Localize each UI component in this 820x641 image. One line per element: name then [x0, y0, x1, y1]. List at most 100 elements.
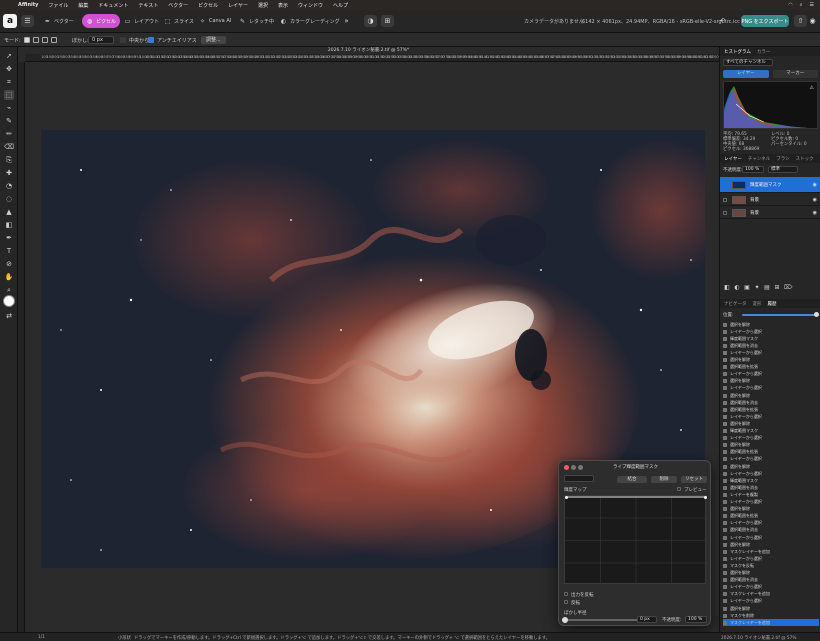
- blur-radius-field[interactable]: 0 px: [637, 616, 657, 623]
- eraser-tool-icon[interactable]: ⌫: [4, 142, 14, 152]
- selection-brush-icon[interactable]: ⌁: [4, 103, 14, 113]
- history-item[interactable]: 輝度範囲マスク: [723, 477, 819, 484]
- history-item[interactable]: マスクレイヤーを追加: [723, 591, 819, 598]
- merge-button[interactable]: 結合: [617, 476, 647, 483]
- channel-select[interactable]: すべてのチャンネル: [723, 59, 773, 66]
- blur-radius-slider[interactable]: [562, 617, 642, 623]
- history-item[interactable]: マスクを削除: [723, 612, 819, 619]
- healing-tool-icon[interactable]: ✚: [4, 168, 14, 178]
- history-item[interactable]: レイヤーから選択: [723, 555, 819, 562]
- history-item[interactable]: 選択範囲を消去: [723, 527, 819, 534]
- history-slider[interactable]: [742, 312, 819, 317]
- reset-button[interactable]: リセット: [681, 476, 707, 483]
- history-item[interactable]: レイヤーから選択: [723, 499, 819, 506]
- tab-color[interactable]: カラー: [757, 49, 771, 55]
- opacity-field[interactable]: 100 %: [742, 166, 764, 173]
- invert-output-checkbox[interactable]: [564, 592, 568, 596]
- history-item[interactable]: 選択範囲を拡張: [723, 364, 819, 371]
- layer-row-0[interactable]: 輝度範囲マスク ◉: [720, 177, 820, 193]
- marquee-tool-icon[interactable]: ⬚: [4, 90, 14, 100]
- menu-view[interactable]: 表示: [278, 2, 288, 9]
- antialias-checkbox[interactable]: [148, 37, 154, 43]
- history-slider-knob[interactable]: [814, 312, 819, 317]
- invert-checkbox[interactable]: [564, 600, 568, 604]
- persona-layout[interactable]: ▭ レイアウト: [120, 14, 163, 28]
- menu-select[interactable]: 選択: [258, 2, 268, 9]
- menu-document[interactable]: ドキュメント: [98, 2, 128, 9]
- control-center-icon[interactable]: ☰: [810, 2, 814, 8]
- mode-new-icon[interactable]: [24, 37, 30, 43]
- history-item[interactable]: 選択範囲を消去: [723, 399, 819, 406]
- history-item[interactable]: レイヤーから選択: [723, 520, 819, 527]
- visibility-icon[interactable]: ◉: [813, 210, 817, 216]
- history-item[interactable]: マスクを反転: [723, 562, 819, 569]
- paint-brush-icon[interactable]: ✎: [4, 116, 14, 126]
- history-item[interactable]: 選択を解除: [723, 570, 819, 577]
- persona-retouch[interactable]: ✎ レタッチ中: [235, 14, 278, 28]
- blur-field[interactable]: 0 px: [88, 36, 114, 44]
- history-item[interactable]: 輝度範囲マスク: [723, 428, 819, 435]
- history-item[interactable]: 選択を解除: [723, 378, 819, 385]
- history-item[interactable]: 選択を解除: [723, 506, 819, 513]
- gradient-tool-icon[interactable]: ◧: [4, 220, 14, 230]
- snap-icon[interactable]: ⊞: [381, 15, 394, 27]
- dialog-opacity-field[interactable]: 100 %: [685, 616, 707, 623]
- menu-window[interactable]: ウィンドウ: [298, 2, 323, 9]
- menu-app[interactable]: Affinity: [18, 2, 38, 8]
- add-layer-icon[interactable]: ⊞: [774, 284, 780, 291]
- tab-navigator[interactable]: ナビゲータ: [724, 301, 747, 307]
- subtab-layer[interactable]: レイヤー: [723, 70, 769, 78]
- tab-stock[interactable]: ストック: [796, 156, 814, 162]
- history-item[interactable]: 選択を解除: [723, 420, 819, 427]
- dodge-tool-icon[interactable]: ◔: [4, 181, 14, 191]
- persona-pixel[interactable]: ◍ ピクセル: [82, 14, 121, 28]
- refine-button[interactable]: 調整...: [201, 36, 226, 44]
- pen-tool-icon[interactable]: ✒: [4, 233, 14, 243]
- history-item[interactable]: レイヤーから選択: [723, 598, 819, 605]
- group-icon[interactable]: ▤: [764, 284, 770, 291]
- menu-icon[interactable]: ☰: [21, 15, 34, 27]
- preview-checkbox[interactable]: [677, 487, 681, 491]
- text-tool-icon[interactable]: T: [4, 246, 14, 256]
- tab-transform[interactable]: 変形: [753, 301, 762, 307]
- layer-row-2[interactable]: 背景 ◉: [720, 207, 820, 219]
- menu-file[interactable]: ファイル: [48, 2, 68, 9]
- clone-tool-icon[interactable]: ⎘: [4, 155, 14, 165]
- history-item[interactable]: レイヤーから選択: [723, 534, 819, 541]
- persona-vector[interactable]: ✒ ベクター: [40, 14, 78, 28]
- move-tool-icon[interactable]: ➚: [4, 51, 14, 61]
- hand-arrow-icon[interactable]: ↶: [716, 15, 729, 27]
- expand-icon[interactable]: [723, 210, 727, 215]
- history-item[interactable]: レイヤーから選択: [723, 349, 819, 356]
- mode-subtract-icon[interactable]: [42, 37, 48, 43]
- history-item[interactable]: 選択を解除: [723, 392, 819, 399]
- swap-colors-icon[interactable]: ⇄: [4, 311, 14, 321]
- view-tool-icon[interactable]: ✥: [4, 64, 14, 74]
- tab-layers[interactable]: レイヤー: [724, 156, 742, 162]
- history-item[interactable]: レイヤーを複製: [723, 491, 819, 498]
- hand-tool-icon[interactable]: ✋: [4, 272, 14, 282]
- layer-row-1[interactable]: 背景 ◉: [720, 194, 820, 206]
- affinity-logo[interactable]: a: [3, 14, 17, 28]
- history-item[interactable]: 選択を解除: [723, 463, 819, 470]
- menu-text[interactable]: テキスト: [138, 2, 158, 9]
- history-item[interactable]: 選択を解除: [723, 605, 819, 612]
- pencil-tool-icon[interactable]: ✏: [4, 129, 14, 139]
- menu-pixel[interactable]: ピクセル: [198, 2, 218, 9]
- history-item[interactable]: 選択範囲を拡張: [723, 406, 819, 413]
- menu-edit[interactable]: 編集: [78, 2, 88, 9]
- history-item[interactable]: レイヤーから選択: [723, 385, 819, 392]
- export-png-button[interactable]: PNG をエクスポート: [741, 15, 789, 27]
- history-item[interactable]: 選択範囲を消去: [723, 484, 819, 491]
- vertical-ruler[interactable]: [18, 62, 25, 632]
- menu-vector[interactable]: ベクター: [168, 2, 188, 9]
- history-item[interactable]: 選択範囲を消去: [723, 342, 819, 349]
- history-item[interactable]: マスクレイヤーを追加: [723, 619, 819, 627]
- history-item[interactable]: レイヤーから選択: [723, 470, 819, 477]
- history-item[interactable]: レイヤーから選択: [723, 456, 819, 463]
- fill-tool-icon[interactable]: ▲: [4, 207, 14, 217]
- history-item[interactable]: レイヤーから選択: [723, 435, 819, 442]
- delete-layer-icon[interactable]: ⌦: [784, 284, 792, 291]
- persona-slice[interactable]: ⬚ スライス: [160, 14, 198, 28]
- tab-brushes[interactable]: ブラシ: [776, 156, 789, 162]
